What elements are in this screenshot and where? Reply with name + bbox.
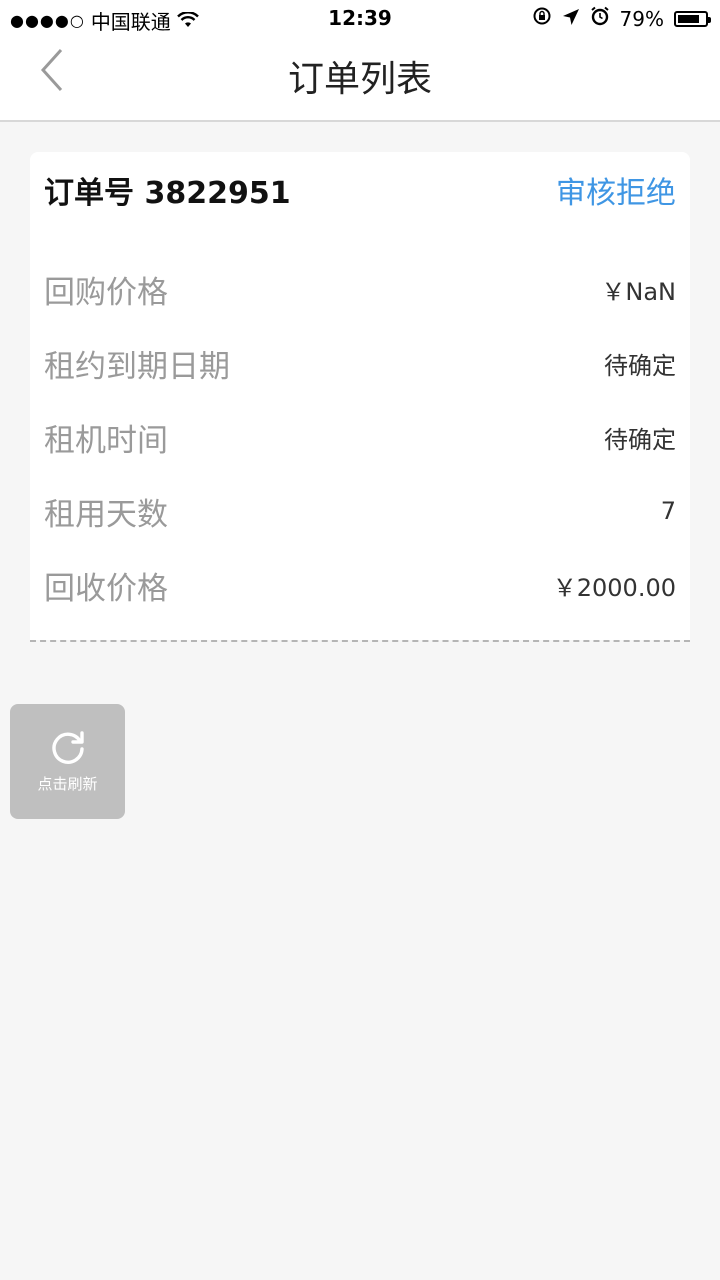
detail-value: 待确定 (604, 351, 676, 380)
detail-row-rental-days: 租用天数 7 (44, 474, 676, 548)
detail-label: 回收价格 (44, 570, 168, 607)
detail-value: 待确定 (604, 425, 676, 454)
rotation-lock-icon (532, 6, 552, 31)
location-arrow-icon (562, 7, 580, 31)
dashed-divider (30, 640, 690, 642)
detail-value: 7 (660, 497, 676, 525)
status-bar: ●●●●○ 中国联通 12:39 79% (0, 0, 720, 36)
refresh-button[interactable]: 点击刷新 (10, 704, 125, 819)
battery-percent: 79% (619, 6, 664, 31)
status-right: 79% (532, 6, 711, 31)
detail-row-rental-time: 租机时间 待确定 (44, 400, 676, 474)
battery-level (678, 14, 699, 23)
alarm-icon (590, 6, 610, 31)
detail-row-recycle-price: 回收价格 ￥2000.00 (44, 548, 676, 622)
order-details: 回购价格 ￥NaN 租约到期日期 待确定 租机时间 待确定 租用天数 7 回收价… (44, 252, 676, 622)
detail-row-buyback-price: 回购价格 ￥NaN (44, 252, 676, 326)
refresh-label: 点击刷新 (37, 775, 98, 793)
detail-label: 回购价格 (44, 274, 168, 311)
detail-label: 租机时间 (44, 422, 168, 459)
nav-bar: 订单列表 (0, 36, 720, 122)
order-number: 订单号 3822951 (44, 176, 291, 211)
battery-icon (674, 10, 711, 27)
order-status-badge: 审核拒绝 (556, 176, 676, 211)
order-card[interactable]: 订单号 3822951 审核拒绝 回购价格 ￥NaN 租约到期日期 待确定 租机… (30, 152, 690, 640)
detail-label: 租约到期日期 (44, 348, 230, 385)
detail-row-lease-expiry: 租约到期日期 待确定 (44, 326, 676, 400)
detail-value: ￥NaN (601, 277, 676, 306)
order-header: 订单号 3822951 审核拒绝 (44, 170, 676, 211)
page-title: 订单列表 (287, 59, 432, 100)
detail-label: 租用天数 (44, 496, 168, 533)
detail-value: ￥2000.00 (552, 573, 676, 602)
refresh-icon (51, 731, 84, 764)
